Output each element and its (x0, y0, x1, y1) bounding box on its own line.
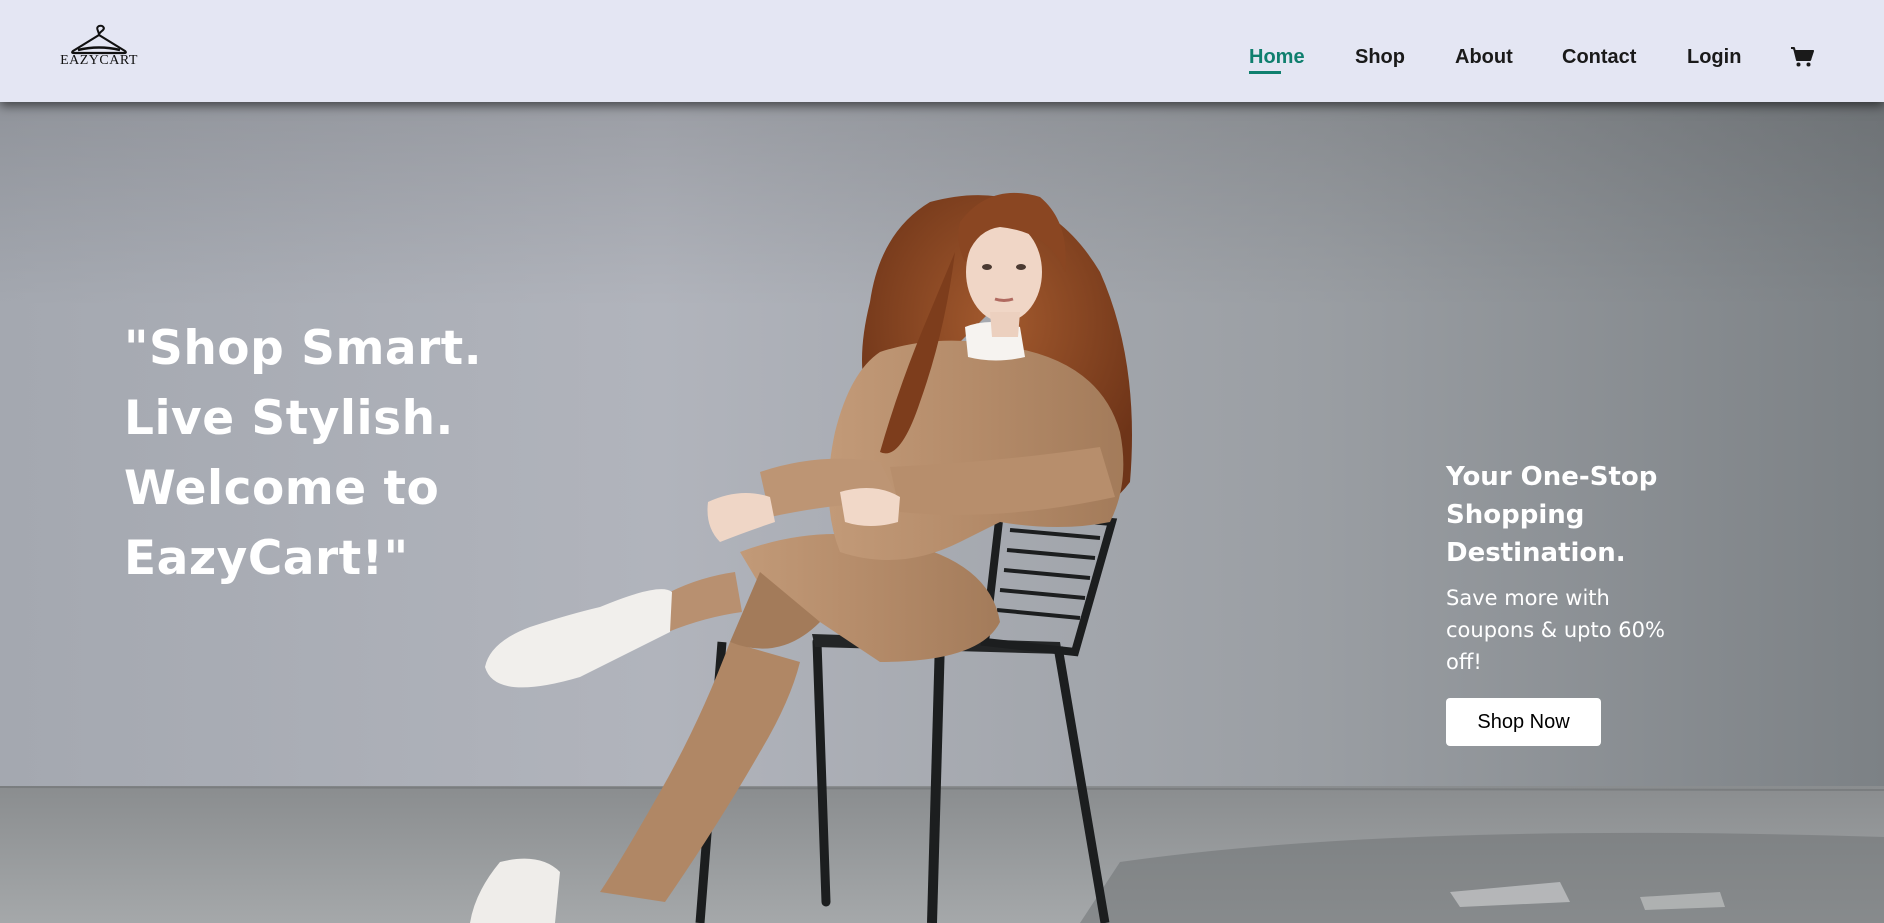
logo-text: EAZYCART (60, 53, 138, 68)
page: EAZYCART Home Shop About Contact Login "… (0, 0, 1884, 923)
hero-quote-line: "Shop Smart. (124, 321, 483, 376)
promo-title: Your One-Stop Shopping Destination. (1446, 462, 1658, 568)
navbar: EAZYCART Home Shop About Contact Login (0, 0, 1884, 102)
cart-icon[interactable] (1790, 46, 1814, 68)
nav-link-shop[interactable]: Shop (1355, 46, 1405, 69)
nav-link-login[interactable]: Login (1687, 46, 1741, 69)
logo[interactable]: EAZYCART (58, 22, 140, 74)
shop-now-button[interactable]: Shop Now (1446, 698, 1601, 746)
hero-quote: "Shop Smart. Live Stylish. Welcome to Ea… (124, 314, 544, 594)
active-nav-underline (1249, 71, 1281, 74)
hero-quote-line: EazyCart!" (124, 531, 409, 586)
nav-link-contact[interactable]: Contact (1562, 46, 1636, 69)
hero-banner: "Shop Smart. Live Stylish. Welcome to Ea… (0, 102, 1884, 923)
promo-block: Your One-Stop Shopping Destination. Save… (1446, 458, 1686, 746)
hero-quote-line: Live Stylish. (124, 391, 454, 446)
hero-quote-line: Welcome to (124, 461, 440, 516)
nav-link-about[interactable]: About (1455, 46, 1513, 69)
promo-subtitle: Save more with coupons & upto 60% off! (1446, 586, 1665, 674)
nav-link-home[interactable]: Home (1249, 46, 1305, 69)
